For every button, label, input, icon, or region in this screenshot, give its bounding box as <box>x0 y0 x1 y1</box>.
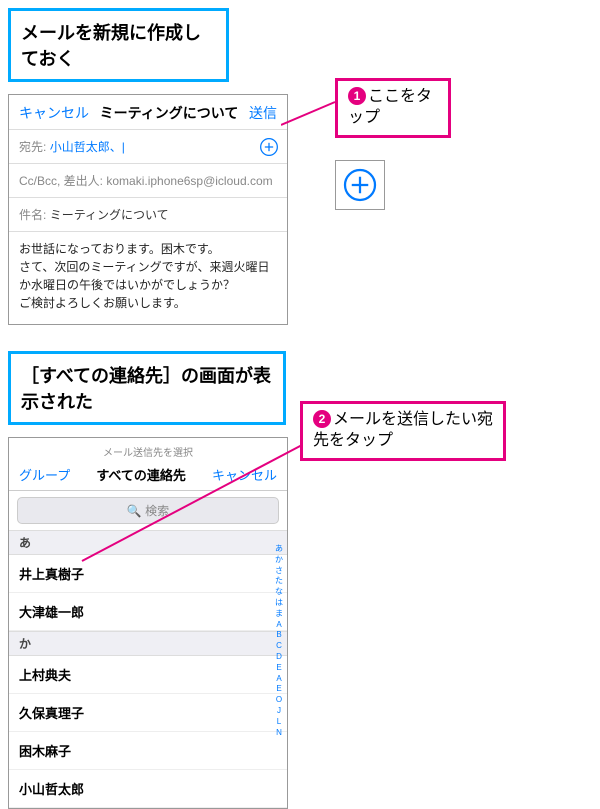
compose-screen: キャンセル ミーティングについて 送信 宛先: 小山哲太郎、| Cc/Bcc, … <box>8 94 288 325</box>
callout-1: 1ここをタップ <box>335 78 451 138</box>
subject-value: ミーティングについて <box>50 208 169 222</box>
to-label: 宛先: <box>19 140 46 154</box>
to-value: 小山哲太郎、 <box>50 140 122 154</box>
callout-number-1: 1 <box>348 87 366 105</box>
plus-icon-enlarged <box>335 160 385 210</box>
callout-2: 2メールを送信したい宛先をタップ <box>300 401 506 461</box>
add-recipient-button[interactable] <box>259 137 279 157</box>
cancel-button[interactable]: キャンセル <box>19 103 89 123</box>
message-body[interactable]: お世話になっております。困木です。 さて、次回のミーティングですが、来週火曜日か… <box>9 231 287 324</box>
caption-box-2: ［すべての連絡先］の画面が表示された <box>8 351 286 425</box>
contact-row[interactable]: 困木麻子 <box>9 732 287 770</box>
pointer-line-1 <box>281 100 336 130</box>
search-placeholder: 検索 <box>145 504 169 518</box>
search-input[interactable]: 🔍 検索 <box>17 497 279 524</box>
contacts-title: すべての連絡先 <box>96 465 186 484</box>
contacts-small-title: メール送信先を選択 <box>9 438 287 461</box>
search-icon: 🔍 <box>127 504 142 518</box>
contact-row[interactable]: 小山哲太郎 <box>9 770 287 808</box>
to-row[interactable]: 宛先: 小山哲太郎、| <box>9 129 287 163</box>
section-header-a: あ <box>9 530 287 555</box>
callout-number-2: 2 <box>313 410 331 428</box>
send-button[interactable]: 送信 <box>249 103 277 123</box>
plus-circle-icon <box>342 167 378 203</box>
cc-bcc-row[interactable]: Cc/Bcc, 差出人: komaki.iphone6sp@icloud.com <box>9 163 287 197</box>
subject-label: 件名: <box>19 208 46 222</box>
compose-title: ミーティングについて <box>100 103 239 123</box>
cc-value: komaki.iphone6sp@icloud.com <box>106 174 272 188</box>
contacts-cancel-button[interactable]: キャンセル <box>212 465 277 484</box>
contact-row[interactable]: 上村典夫 <box>9 656 287 694</box>
subject-row[interactable]: 件名: ミーティングについて <box>9 197 287 231</box>
contacts-screen: メール送信先を選択 グループ すべての連絡先 キャンセル 🔍 検索 あ 井上真樹… <box>8 437 288 809</box>
alphabet-index[interactable]: あ か さ た な は ま A B C D E A E O J L N <box>273 544 285 738</box>
section-header-ka: か <box>9 631 287 656</box>
contact-row[interactable]: 大津雄一郎 <box>9 593 287 631</box>
contact-row[interactable]: 井上真樹子 <box>9 555 287 593</box>
caption-box-1: メールを新規に作成しておく <box>8 8 229 82</box>
cc-label: Cc/Bcc, 差出人: <box>19 174 103 188</box>
contact-row[interactable]: 久保真理子 <box>9 694 287 732</box>
plus-circle-icon <box>259 137 279 157</box>
text-cursor: | <box>122 140 125 154</box>
callout-2-text: メールを送信したい宛先をタップ <box>313 411 493 449</box>
groups-button[interactable]: グループ <box>19 465 70 484</box>
